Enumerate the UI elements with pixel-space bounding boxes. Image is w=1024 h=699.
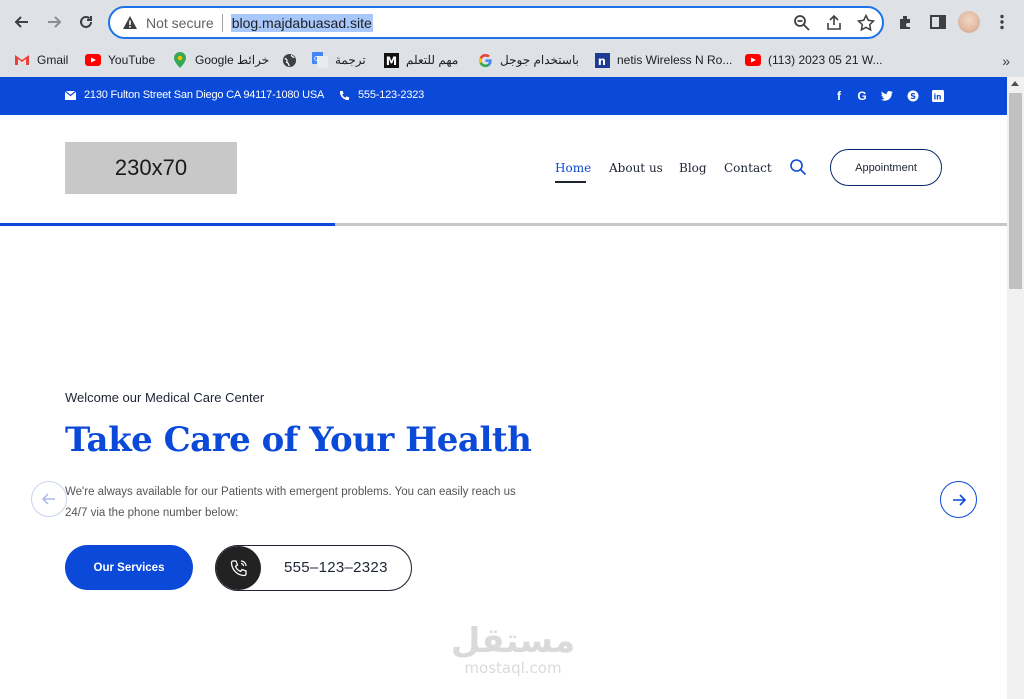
gmail-icon — [14, 52, 30, 68]
scrollbar-thumb[interactable] — [1009, 93, 1022, 289]
menu-kebab-icon[interactable] — [993, 13, 1011, 31]
star-icon[interactable] — [857, 14, 875, 32]
bookmark-label: netis Wireless N Ro... — [617, 53, 733, 67]
svg-text:in: in — [934, 93, 942, 102]
hero-title: Take Care of Your Health — [65, 420, 532, 460]
phone-info[interactable]: 555-123-2323 — [339, 89, 424, 101]
bookmark-netis[interactable]: n netis Wireless N Ro... — [594, 51, 732, 69]
site-header: 230x70 Home About us Blog Contact Appoin… — [0, 115, 1007, 223]
watermark-latin: mostaql.com — [464, 659, 562, 677]
bookmark-label: YouTube — [108, 53, 156, 67]
svg-text:n: n — [597, 55, 605, 68]
phone-icon — [339, 90, 350, 100]
nav-active-underline — [555, 181, 586, 183]
zoom-icon[interactable] — [793, 14, 811, 32]
skype-icon[interactable]: S — [906, 89, 920, 103]
maps-icon — [172, 52, 188, 68]
svg-text:M: M — [385, 55, 396, 68]
slider-prev-button[interactable] — [31, 481, 67, 517]
nav-home[interactable]: Home — [555, 161, 591, 175]
profile-avatar[interactable] — [958, 11, 980, 33]
our-services-button[interactable]: Our Services — [65, 545, 193, 590]
call-phone-button[interactable]: 555–123–2323 — [215, 545, 412, 591]
omnibox-separator — [221, 13, 223, 32]
bookmark-mohim[interactable]: M مهم للتعلم — [383, 51, 458, 69]
slider-progress-fill — [0, 223, 336, 226]
watermark-arabic: مستقل — [450, 621, 576, 661]
bookmark-label: Gmail — [37, 53, 69, 67]
appointment-button[interactable]: Appointment — [830, 149, 942, 186]
phone-text: 555-123-2323 — [358, 89, 425, 101]
youtube-icon — [85, 52, 101, 68]
linkedin-icon[interactable]: in — [931, 89, 945, 103]
back-arrow-icon — [14, 16, 28, 28]
bookmarks-bar: Gmail YouTube Google خرائط G ترجمة M مهم… — [0, 44, 1024, 77]
nav-contact[interactable]: Contact — [724, 161, 772, 175]
arrow-left-icon — [42, 493, 55, 505]
back-button[interactable] — [8, 8, 36, 36]
google-icon[interactable]: G — [855, 89, 869, 103]
bookmark-label: باستخدام جوجل — [500, 53, 579, 67]
facebook-icon[interactable]: f — [832, 89, 846, 103]
page-scrollbar[interactable] — [1007, 77, 1024, 699]
logo-placeholder[interactable]: 230x70 — [65, 142, 237, 194]
address-bar[interactable]: Not secure blog.majdabuasad.site — [108, 6, 884, 39]
arrow-right-icon — [952, 493, 966, 506]
reload-icon — [80, 15, 92, 28]
scroll-up-arrow-icon[interactable] — [1011, 81, 1019, 86]
hero-subtitle: Welcome our Medical Care Center — [65, 390, 265, 405]
bookmark-google[interactable]: باستخدام جوجل — [477, 51, 579, 69]
security-label[interactable]: Not secure — [146, 15, 214, 31]
youtube-icon — [745, 52, 761, 68]
nav-blog[interactable]: Blog — [679, 161, 707, 175]
more-bookmarks-button[interactable]: » — [1002, 53, 1010, 69]
phone-circle — [216, 546, 261, 590]
extensions-icon[interactable] — [897, 13, 915, 31]
bookmark-gmail[interactable]: Gmail — [14, 51, 68, 69]
bookmark-youtube-video[interactable]: (113) 2023 05 21 W... — [745, 51, 883, 69]
bookmark-globe[interactable] — [281, 51, 304, 69]
slider-progress-track — [0, 223, 1007, 226]
svg-text:S: S — [910, 92, 916, 101]
bookmark-youtube[interactable]: YouTube — [85, 51, 155, 69]
forward-arrow-icon — [48, 16, 62, 28]
twitter-icon[interactable] — [880, 89, 894, 103]
globe-icon — [281, 52, 297, 68]
google-icon — [477, 52, 493, 68]
netis-icon: n — [594, 52, 610, 68]
bookmark-label: مهم للتعلم — [406, 53, 459, 67]
bookmark-m-icon: M — [383, 52, 399, 68]
browser-toolbar: Not secure blog.majdabuasad.site — [0, 0, 1024, 44]
hero-description: We're always available for our Patients … — [65, 486, 516, 519]
bookmark-label: ترجمة — [335, 53, 366, 67]
side-panel-icon[interactable] — [929, 13, 947, 31]
warning-icon — [123, 15, 137, 29]
envelope-icon — [65, 90, 76, 100]
bookmark-translate[interactable]: G ترجمة — [312, 51, 366, 69]
forward-button[interactable] — [40, 8, 68, 36]
nav-about-us[interactable]: About us — [609, 161, 663, 175]
address-info: 2130 Fulton Street San Diego CA 94117-10… — [65, 89, 324, 101]
url-text[interactable]: blog.majdabuasad.site — [230, 13, 373, 32]
page-viewport: 2130 Fulton Street San Diego CA 94117-10… — [0, 77, 1024, 699]
reload-button[interactable] — [72, 8, 100, 36]
bookmark-label: (113) 2023 05 21 W... — [768, 53, 883, 67]
address-text: 2130 Fulton Street San Diego CA 94117-10… — [84, 89, 325, 101]
search-icon[interactable] — [789, 158, 807, 176]
bookmark-maps[interactable]: Google خرائط — [172, 51, 269, 69]
mostaql-watermark: مستقل mostaql.com — [448, 622, 578, 676]
top-info-bar: 2130 Fulton Street San Diego CA 94117-10… — [0, 77, 1007, 115]
phone-call-icon — [230, 560, 247, 577]
translate-icon: G — [312, 52, 328, 68]
slider-next-button[interactable] — [940, 481, 977, 518]
hero-phone-number: 555–123–2323 — [284, 559, 388, 576]
share-icon[interactable] — [825, 14, 843, 32]
svg-text:G: G — [314, 55, 319, 63]
bookmark-label: Google خرائط — [195, 53, 270, 67]
